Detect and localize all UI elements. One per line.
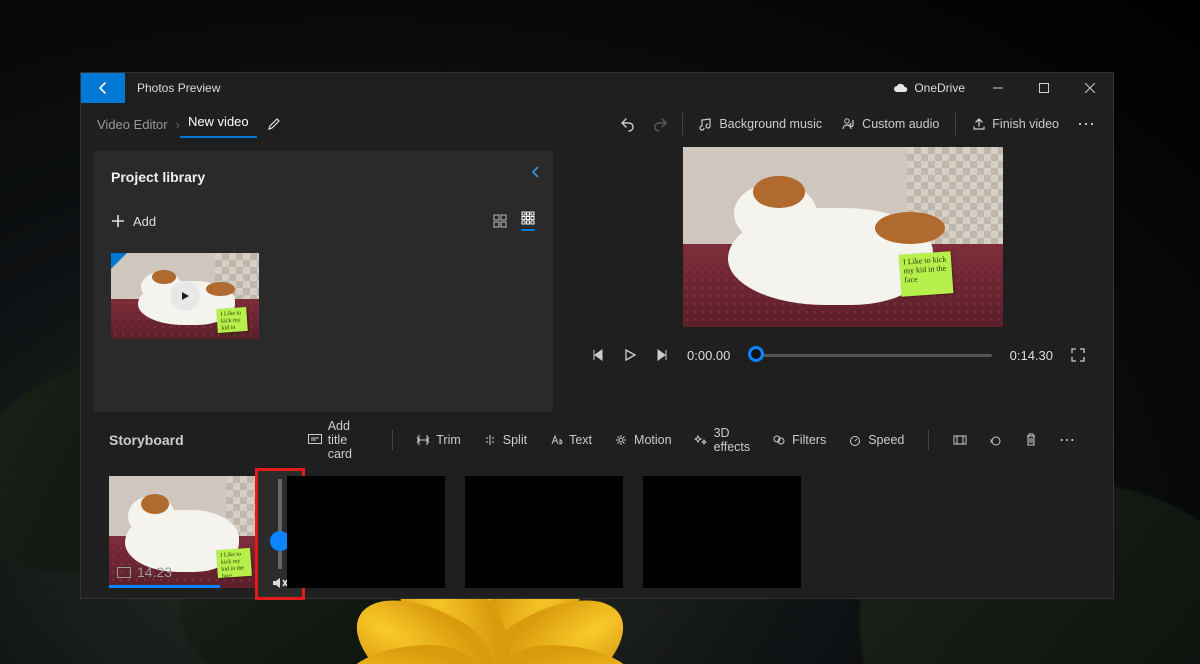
split-icon bbox=[483, 434, 497, 446]
3d-effects-button[interactable]: 3D effects bbox=[686, 426, 759, 454]
window-controls bbox=[975, 73, 1113, 103]
cloud-icon bbox=[892, 83, 908, 94]
breadcrumb-root[interactable]: Video Editor bbox=[89, 117, 176, 132]
sparkle-icon bbox=[694, 434, 708, 446]
scrubber-thumb[interactable] bbox=[748, 346, 764, 362]
filters-button[interactable]: Filters bbox=[764, 426, 834, 454]
close-button[interactable] bbox=[1067, 73, 1113, 103]
video-preview[interactable]: I Like to kick my kid in the face bbox=[683, 147, 1003, 327]
collapse-library-button[interactable] bbox=[531, 165, 541, 179]
grid-small-button[interactable] bbox=[521, 211, 535, 231]
scrubber[interactable] bbox=[748, 343, 991, 367]
motion-icon bbox=[614, 434, 628, 446]
custom-audio-label: Custom audio bbox=[862, 117, 939, 131]
add-label: Add bbox=[133, 214, 156, 229]
storyboard-clip-3[interactable] bbox=[465, 476, 623, 588]
selected-corner-icon bbox=[111, 253, 127, 269]
finish-video-button[interactable]: Finish video bbox=[962, 103, 1069, 145]
storyboard-panel: Storyboard Add title card Trim Split Tex… bbox=[81, 412, 1113, 598]
transport-controls: 0:00.00 0:14.30 bbox=[573, 343, 1113, 367]
plus-icon bbox=[111, 214, 125, 228]
grid-large-button[interactable] bbox=[493, 214, 507, 228]
storyboard-more-button[interactable]: ⋯ bbox=[1051, 426, 1085, 454]
trim-button[interactable]: Trim bbox=[408, 426, 469, 454]
current-time: 0:00.00 bbox=[687, 348, 730, 363]
rename-button[interactable] bbox=[267, 117, 281, 131]
delete-button[interactable] bbox=[1017, 426, 1045, 454]
add-media-button[interactable]: Add bbox=[111, 214, 156, 229]
title-bar: Photos Preview OneDrive bbox=[81, 73, 1113, 103]
play-overlay-icon bbox=[170, 281, 200, 311]
person-audio-icon bbox=[842, 117, 856, 131]
total-time: 0:14.30 bbox=[1010, 348, 1053, 363]
toolbar: Video Editor › New video Background musi… bbox=[81, 103, 1113, 145]
storyboard-clips: I Like to kick my kid in the face 14.23 bbox=[109, 476, 1085, 588]
clip-duration: 14.23 bbox=[117, 564, 172, 580]
title-card-icon bbox=[308, 434, 322, 446]
cloud-label: OneDrive bbox=[914, 81, 965, 95]
finish-video-label: Finish video bbox=[992, 117, 1059, 131]
view-toggle bbox=[493, 211, 535, 231]
storyboard-toolbar: Storyboard Add title card Trim Split Tex… bbox=[109, 426, 1085, 454]
app-window: Photos Preview OneDrive Video Editor › N… bbox=[80, 72, 1114, 599]
onedrive-status[interactable]: OneDrive bbox=[892, 81, 965, 95]
library-clip-thumbnail[interactable]: I Like to kick my kid in the face bbox=[111, 253, 259, 339]
motion-button[interactable]: Motion bbox=[606, 426, 680, 454]
maximize-button[interactable] bbox=[1021, 73, 1067, 103]
breadcrumb-current[interactable]: New video bbox=[180, 110, 257, 138]
custom-audio-button[interactable]: Custom audio bbox=[832, 103, 949, 145]
speed-button[interactable]: Speed bbox=[840, 426, 912, 454]
preview-panel: I Like to kick my kid in the face 0:00.0… bbox=[573, 145, 1113, 412]
storyboard-clip-2[interactable] bbox=[287, 476, 445, 588]
aspect-ratio-button[interactable] bbox=[945, 426, 975, 454]
trim-icon bbox=[416, 434, 430, 446]
music-icon bbox=[699, 117, 713, 131]
speed-icon bbox=[848, 434, 862, 446]
main-area: Project library Add bbox=[81, 145, 1113, 412]
clip-icon bbox=[117, 567, 131, 578]
storyboard-title: Storyboard bbox=[109, 432, 184, 448]
project-library-panel: Project library Add bbox=[93, 151, 553, 412]
more-button[interactable]: ⋯ bbox=[1069, 103, 1105, 145]
redo-button[interactable] bbox=[644, 103, 676, 145]
minimize-button[interactable] bbox=[975, 73, 1021, 103]
volume-slider[interactable] bbox=[278, 479, 282, 569]
split-button[interactable]: Split bbox=[475, 426, 535, 454]
clip-progress bbox=[109, 585, 220, 588]
next-frame-button[interactable] bbox=[655, 348, 669, 362]
back-button[interactable] bbox=[81, 73, 125, 103]
library-title: Project library bbox=[111, 169, 535, 185]
storyboard-clip-4[interactable] bbox=[643, 476, 801, 588]
text-button[interactable]: Text bbox=[541, 426, 600, 454]
prev-frame-button[interactable] bbox=[591, 348, 605, 362]
fullscreen-button[interactable] bbox=[1071, 348, 1085, 362]
filters-icon bbox=[772, 434, 786, 446]
export-icon bbox=[972, 117, 986, 131]
app-title: Photos Preview bbox=[137, 81, 220, 95]
rotate-button[interactable] bbox=[981, 426, 1011, 454]
undo-button[interactable] bbox=[612, 103, 644, 145]
background-music-button[interactable]: Background music bbox=[689, 103, 832, 145]
play-button[interactable] bbox=[623, 348, 637, 362]
add-title-card-button[interactable]: Add title card bbox=[300, 426, 376, 454]
text-icon bbox=[549, 434, 563, 446]
background-music-label: Background music bbox=[719, 117, 822, 131]
storyboard-clip-1[interactable]: I Like to kick my kid in the face 14.23 bbox=[109, 476, 267, 588]
